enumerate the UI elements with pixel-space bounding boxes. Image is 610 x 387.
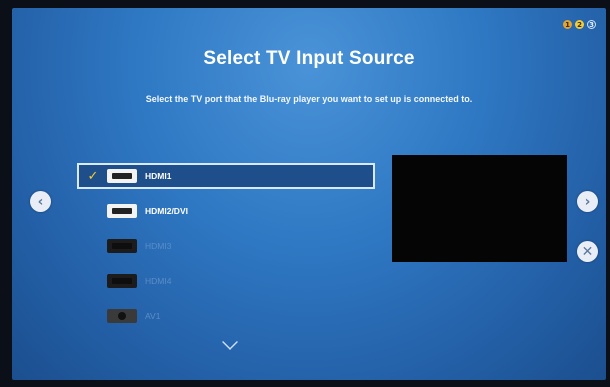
- close-button[interactable]: ✕: [577, 241, 598, 262]
- source-item-hdmi3: ✓ HDMI3: [77, 233, 377, 259]
- av-port-icon: [107, 309, 137, 323]
- setup-screen: 1 2 3 Select TV Input Source Select the …: [12, 8, 606, 380]
- hdmi-port-icon: [107, 274, 137, 288]
- step-2: 2: [575, 20, 584, 29]
- previous-button[interactable]: ‹: [30, 191, 51, 212]
- source-label: AV1: [145, 311, 161, 321]
- source-item-hdmi4: ✓ HDMI4: [77, 268, 377, 294]
- hdmi-port-icon: [107, 239, 137, 253]
- source-item-av1: ✓ AV1: [77, 303, 377, 329]
- source-item-hdmi1[interactable]: ✓ HDMI1: [77, 163, 375, 189]
- step-3: 3: [587, 20, 596, 29]
- page-subtitle: Select the TV port that the Blu-ray play…: [145, 94, 473, 104]
- source-label: HDMI3: [145, 241, 172, 251]
- source-label: HDMI4: [145, 276, 172, 286]
- next-button[interactable]: ›: [577, 191, 598, 212]
- input-preview-window: [392, 155, 567, 262]
- source-item-hdmi2-dvi[interactable]: ✓ HDMI2/DVI: [77, 198, 377, 224]
- check-icon: ✓: [87, 168, 99, 183]
- hdmi-port-icon: [107, 169, 137, 183]
- hdmi-port-icon: [107, 204, 137, 218]
- step-indicator: 1 2 3: [563, 20, 596, 29]
- source-label: HDMI2/DVI: [145, 206, 188, 216]
- step-1: 1: [563, 20, 572, 29]
- input-source-list: ✓ HDMI1 ✓ HDMI2/DVI ✓ HDMI3 ✓ HDMI4 ✓ AV…: [77, 163, 377, 338]
- source-label: HDMI1: [145, 171, 172, 181]
- page-title: Select TV Input Source: [203, 48, 415, 69]
